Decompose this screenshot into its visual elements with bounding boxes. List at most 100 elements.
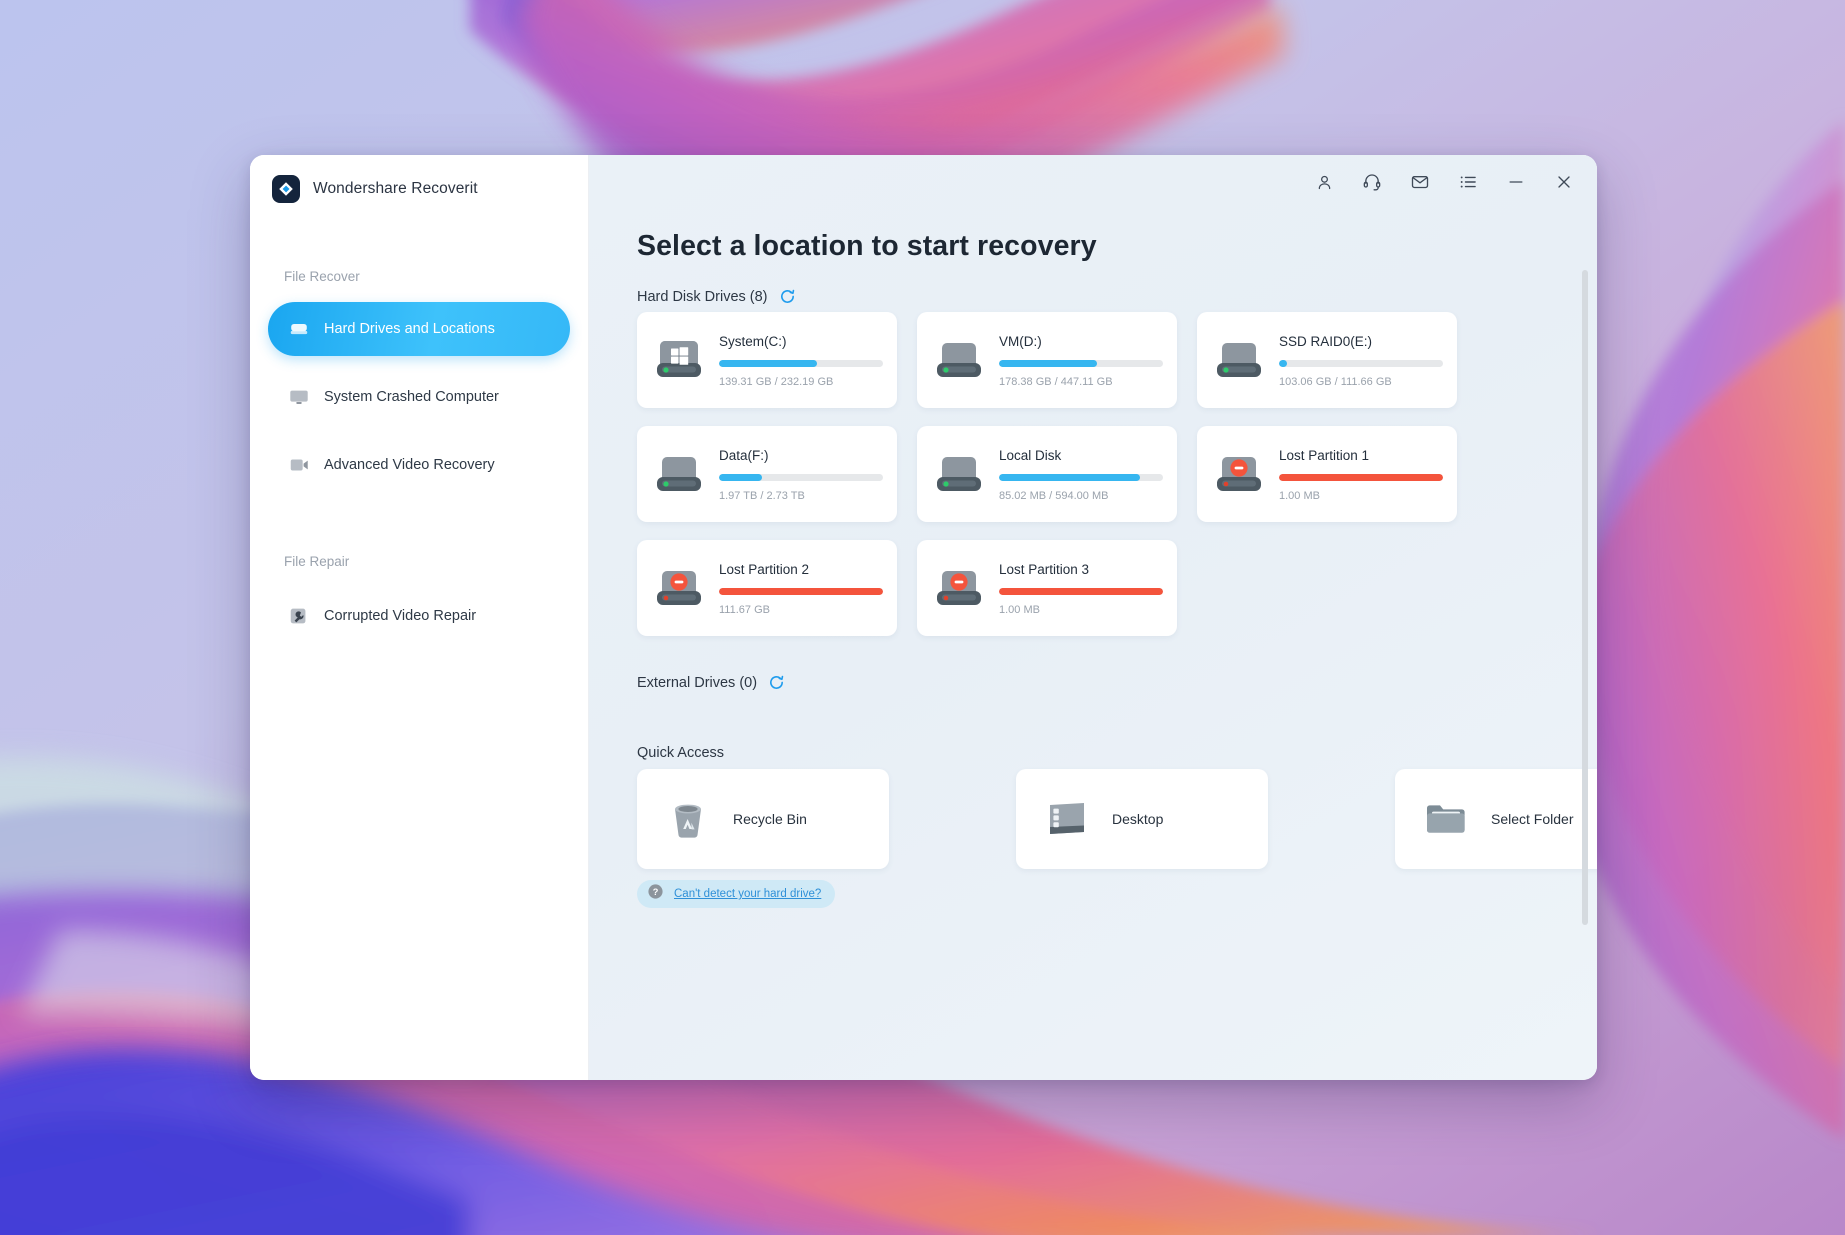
drive-size: 1.00 MB	[999, 604, 1163, 616]
drive-card[interactable]: Lost Partition 3 1.00 MB	[917, 540, 1177, 636]
hard-drive-icon	[933, 449, 985, 499]
monitor-icon	[288, 386, 310, 408]
drive-size: 111.67 GB	[719, 604, 883, 616]
drive-grid: System(C:) 139.31 GB / 232.19 GB	[637, 312, 1597, 636]
sidebar-item-hard-drives-and-locations[interactable]: Hard Drives and Locations	[268, 302, 570, 356]
sidebar-item-system-crashed-computer[interactable]: System Crashed Computer	[268, 370, 570, 424]
usage-bar-fill	[719, 474, 762, 481]
svg-text:?: ?	[653, 887, 659, 897]
usage-bar-fill	[999, 360, 1097, 367]
section-header-quick-access: Quick Access	[637, 745, 724, 761]
section-label: Hard Disk Drives (8)	[637, 289, 768, 305]
sidebar-item-corrupted-video-repair[interactable]: Corrupted Video Repair	[268, 589, 570, 643]
sidebar: Wondershare Recoverit File Recover Hard …	[250, 155, 589, 1080]
quick-access-grid: Recycle Bin Desktop	[637, 769, 1597, 869]
drive-card[interactable]: Lost Partition 2 111.67 GB	[637, 540, 897, 636]
mail-envelope-icon[interactable]	[1407, 169, 1433, 195]
lost-partition-icon	[1213, 449, 1265, 499]
usage-bar	[999, 474, 1163, 481]
hard-drive-icon	[933, 335, 985, 385]
windows-drive-icon	[653, 335, 705, 385]
section-label: External Drives (0)	[637, 675, 757, 691]
quick-access-label: Recycle Bin	[733, 811, 807, 827]
usage-bar-fill	[1279, 360, 1287, 367]
usage-bar-fill	[1279, 474, 1443, 481]
refresh-icon[interactable]	[768, 674, 785, 691]
hard-drive-icon	[653, 449, 705, 499]
video-camera-icon	[288, 454, 310, 476]
desktop-screen-icon	[1044, 796, 1090, 842]
close-icon[interactable]	[1551, 169, 1577, 195]
sidebar-item-advanced-video-recovery[interactable]: Advanced Video Recovery	[268, 438, 570, 492]
drive-card[interactable]: Local Disk 85.02 MB / 594.00 MB	[917, 426, 1177, 522]
refresh-icon[interactable]	[779, 288, 796, 305]
quick-access-label: Desktop	[1112, 811, 1163, 827]
drive-size: 85.02 MB / 594.00 MB	[999, 490, 1163, 502]
help-detect-drive-button[interactable]: ? Can't detect your hard drive?	[637, 880, 835, 908]
menu-list-icon[interactable]	[1455, 169, 1481, 195]
nav-group-label-file-recover: File Recover	[250, 269, 588, 284]
help-detect-drive-link[interactable]: Can't detect your hard drive?	[674, 888, 821, 900]
quick-access-label: Select Folder	[1491, 811, 1573, 827]
recycle-bin-icon	[665, 796, 711, 842]
drive-name: Lost Partition 2	[719, 562, 883, 577]
recoverit-diamond-logo	[272, 175, 300, 203]
sidebar-item-label: Advanced Video Recovery	[324, 457, 495, 473]
drive-name: System(C:)	[719, 334, 883, 349]
content-scrollbar[interactable]	[1582, 270, 1588, 925]
quick-access-select-folder[interactable]: Select Folder	[1395, 769, 1597, 869]
usage-bar	[719, 360, 883, 367]
question-mark-icon: ?	[647, 883, 664, 905]
account-icon[interactable]	[1311, 169, 1337, 195]
sidebar-item-label: System Crashed Computer	[324, 389, 499, 405]
usage-bar-fill	[719, 588, 883, 595]
application-window: Wondershare Recoverit File Recover Hard …	[250, 155, 1597, 1080]
wrench-icon	[288, 605, 310, 627]
brand: Wondershare Recoverit	[250, 155, 588, 203]
brand-name: Wondershare Recoverit	[313, 180, 478, 198]
page-title: Select a location to start recovery	[637, 230, 1097, 263]
usage-bar	[999, 588, 1163, 595]
lost-partition-icon	[933, 563, 985, 613]
usage-bar	[719, 588, 883, 595]
drive-card[interactable]: Data(F:) 1.97 TB / 2.73 TB	[637, 426, 897, 522]
drive-card[interactable]: System(C:) 139.31 GB / 232.19 GB	[637, 312, 897, 408]
drive-name: Lost Partition 3	[999, 562, 1163, 577]
nav-list-file-repair: Corrupted Video Repair	[250, 589, 588, 643]
section-header-external-drives: External Drives (0)	[637, 674, 785, 691]
usage-bar-fill	[999, 588, 1163, 595]
drive-name: Lost Partition 1	[1279, 448, 1443, 463]
usage-bar-fill	[719, 360, 817, 367]
quick-access-recycle-bin[interactable]: Recycle Bin	[637, 769, 889, 869]
drive-size: 1.97 TB / 2.73 TB	[719, 490, 883, 502]
usage-bar	[1279, 474, 1443, 481]
usage-bar	[719, 474, 883, 481]
drive-name: Data(F:)	[719, 448, 883, 463]
drive-name: VM(D:)	[999, 334, 1163, 349]
section-header-hard-disk-drives: Hard Disk Drives (8)	[637, 288, 796, 305]
section-label: Quick Access	[637, 745, 724, 761]
drive-size: 103.06 GB / 111.66 GB	[1279, 376, 1443, 388]
nav-list-file-recover: Hard Drives and Locations System Crashed…	[250, 302, 588, 492]
usage-bar-fill	[999, 474, 1140, 481]
drive-size: 139.31 GB / 232.19 GB	[719, 376, 883, 388]
drive-name: SSD RAID0(E:)	[1279, 334, 1443, 349]
sidebar-item-label: Corrupted Video Repair	[324, 608, 476, 624]
drive-card[interactable]: VM(D:) 178.38 GB / 447.11 GB	[917, 312, 1177, 408]
minimize-icon[interactable]	[1503, 169, 1529, 195]
drive-size: 1.00 MB	[1279, 490, 1443, 502]
usage-bar	[1279, 360, 1443, 367]
quick-access-desktop[interactable]: Desktop	[1016, 769, 1268, 869]
drive-name: Local Disk	[999, 448, 1163, 463]
sidebar-item-label: Hard Drives and Locations	[324, 321, 495, 337]
titlebar-actions	[1311, 169, 1577, 195]
lost-partition-icon	[653, 563, 705, 613]
support-headset-icon[interactable]	[1359, 169, 1385, 195]
drive-card[interactable]: Lost Partition 1 1.00 MB	[1197, 426, 1457, 522]
drive-size: 178.38 GB / 447.11 GB	[999, 376, 1163, 388]
folder-icon	[1423, 796, 1469, 842]
nav-group-label-file-repair: File Repair	[250, 554, 588, 569]
main-content: Select a location to start recovery Hard…	[589, 155, 1597, 1080]
drive-card[interactable]: SSD RAID0(E:) 103.06 GB / 111.66 GB	[1197, 312, 1457, 408]
usage-bar	[999, 360, 1163, 367]
